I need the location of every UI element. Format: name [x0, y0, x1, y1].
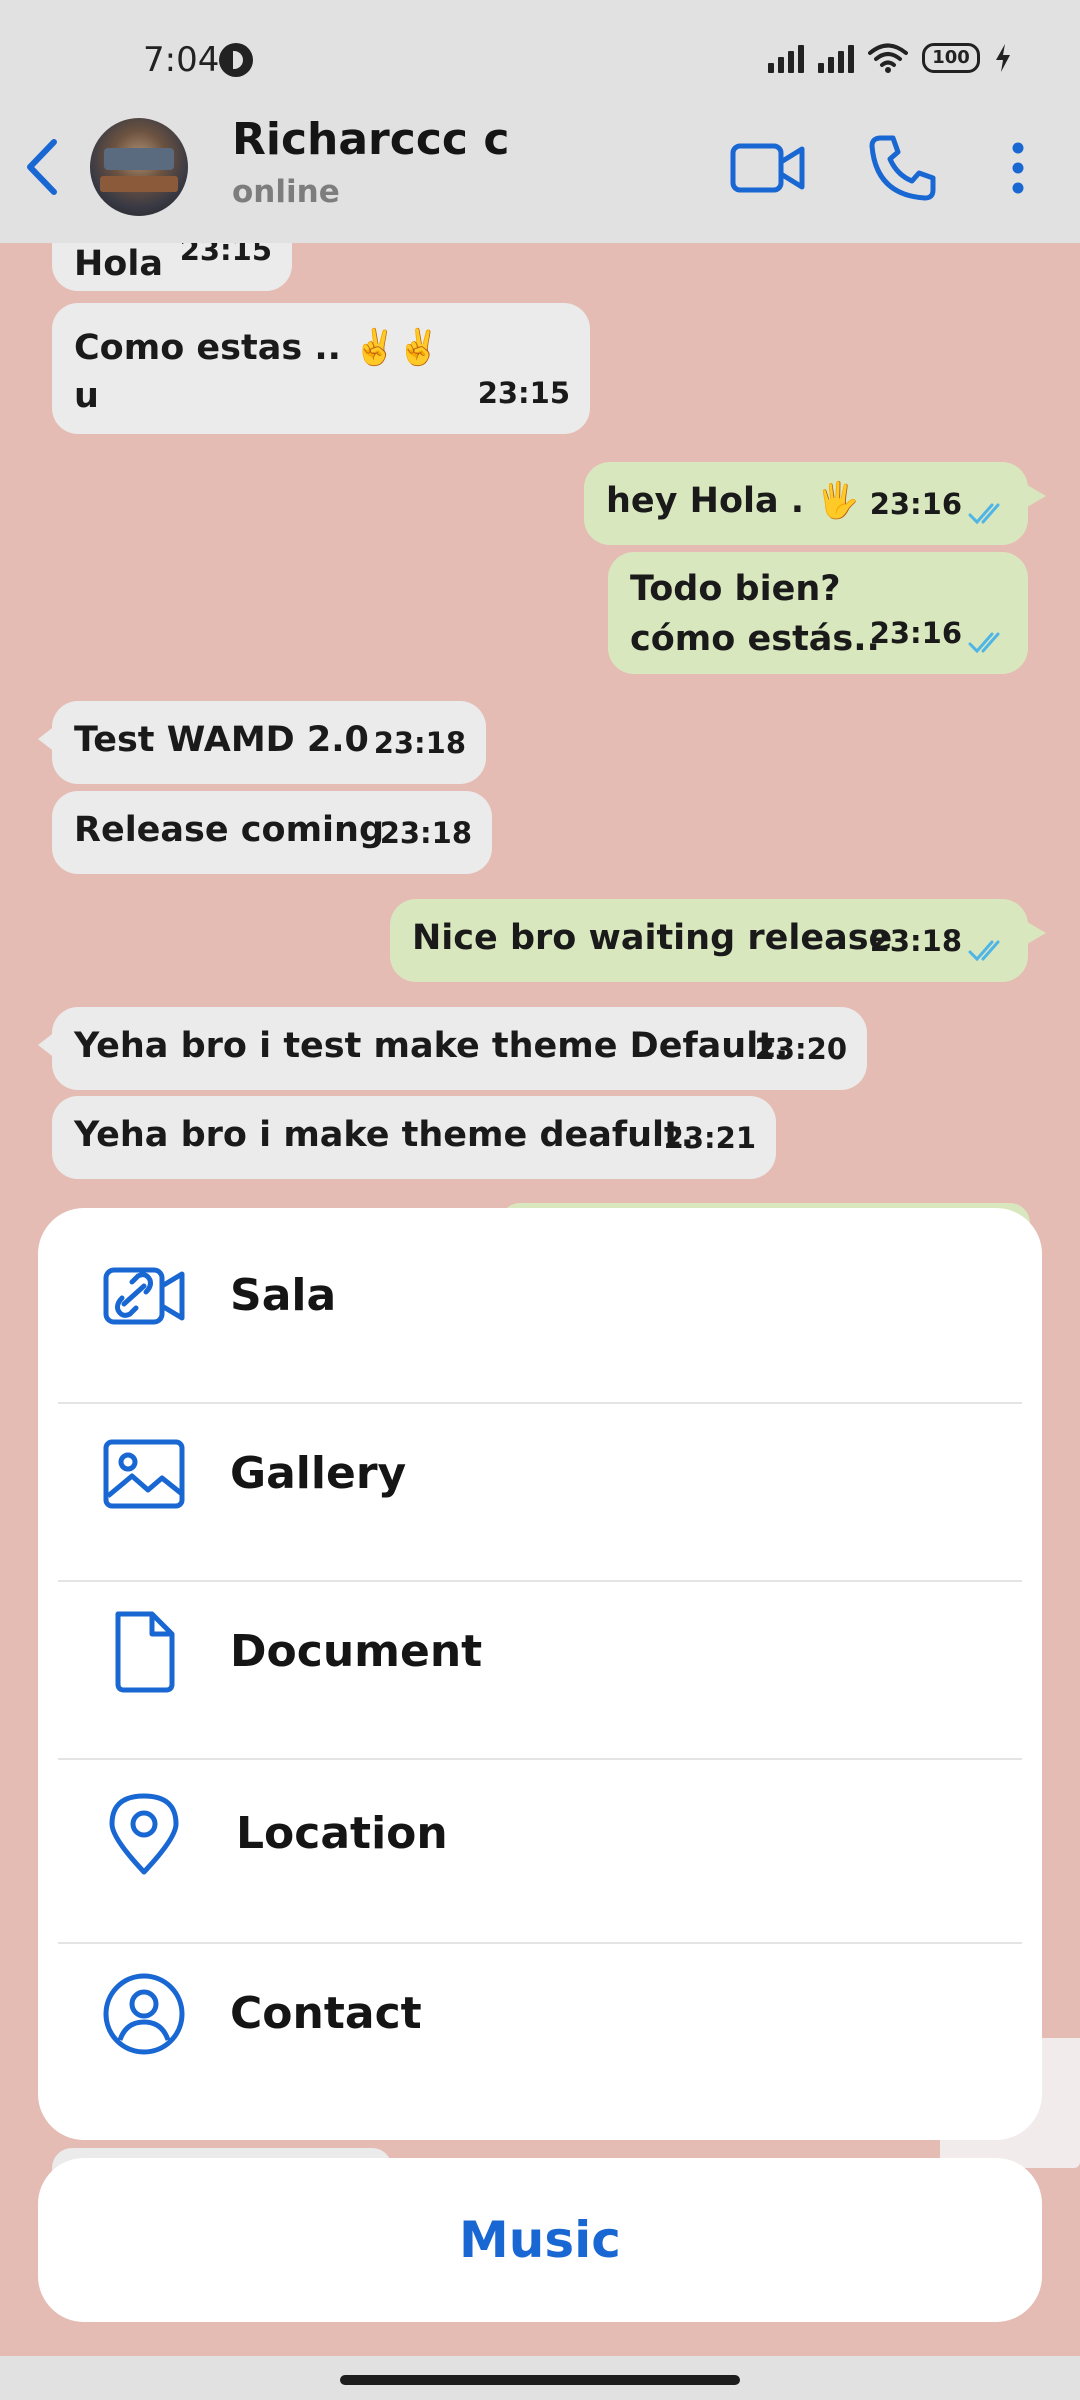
message-text: Yeha bro i test make theme Default.: [74, 1026, 789, 1066]
attach-option-label: Location: [236, 1808, 448, 1859]
contact-icon: [103, 1973, 185, 2055]
bubble-tail: [38, 1031, 56, 1059]
message-bubble-outgoing[interactable]: hey Hola . 🖐️ 23:16: [584, 462, 1046, 545]
wifi-icon: [868, 43, 908, 73]
attach-option-location[interactable]: Location: [38, 1746, 1042, 1924]
status-icons: 100: [768, 42, 1012, 74]
message-time: 23:15: [179, 243, 272, 267]
dnd-icon: [219, 43, 253, 77]
attach-option-document[interactable]: Document: [38, 1564, 1042, 1742]
read-ticks-icon: [968, 940, 1000, 962]
message-text: Yeha bro i make theme deafult.: [74, 1115, 695, 1155]
message-bubble-outgoing[interactable]: Nice bro waiting release 23:18: [390, 899, 1046, 982]
message-time: 23:20: [754, 1032, 847, 1066]
attach-option-gallery[interactable]: Gallery: [38, 1386, 1042, 1564]
attach-option-label: Document: [230, 1626, 483, 1677]
image-icon: [103, 1439, 185, 1509]
video-camera-icon: [730, 143, 805, 193]
document-icon: [115, 1611, 175, 1693]
chat-header: Richarccc c online: [0, 108, 1080, 228]
bubble-tail: [1022, 919, 1046, 947]
read-ticks-icon: [968, 503, 1000, 525]
signal-icon: [768, 43, 804, 73]
more-vertical-icon: [1012, 142, 1024, 194]
navigation-bar: [0, 2356, 1080, 2400]
message-time: 23:15: [477, 376, 570, 410]
back-arrow-icon[interactable]: [22, 136, 62, 198]
attach-option-label: Contact: [230, 1988, 422, 2039]
attach-option-contact[interactable]: Contact: [38, 1926, 1042, 2104]
read-ticks-icon: [968, 632, 1000, 654]
voice-call-button[interactable]: [862, 128, 942, 208]
contact-name[interactable]: Richarccc c: [232, 114, 509, 165]
bubble-tail: [1022, 482, 1046, 510]
phone-icon: [869, 135, 936, 201]
charging-icon: [996, 44, 1010, 72]
message-time: 23:21: [663, 1121, 756, 1155]
video-call-button[interactable]: [728, 128, 808, 208]
message-time: 23:18: [869, 924, 962, 958]
message-time: 23:16: [869, 616, 962, 650]
more-options-button[interactable]: [978, 128, 1058, 208]
top-bar: 7:04 100 Richarccc c online: [0, 0, 1080, 243]
message-bubble-incoming[interactable]: Test WAMD 2.0 23:18: [38, 701, 486, 784]
attachment-menu: Sala Gallery Document Location Contact: [38, 1208, 1042, 2140]
attach-option-sala[interactable]: Sala: [38, 1208, 1042, 1386]
message-bubble-incoming[interactable]: Hola 23:15: [52, 243, 292, 291]
message-bubble-incoming[interactable]: Yeha bro i test make theme Default. 23:2…: [38, 1007, 867, 1090]
signal-icon: [818, 43, 854, 73]
message-bubble-outgoing[interactable]: Todo bien? cómo estás.. 23:16: [608, 552, 1028, 674]
message-time: 23:18: [379, 816, 472, 850]
message-bubble-incoming[interactable]: Release coming 23:18: [52, 791, 492, 874]
video-link-icon: [103, 1267, 185, 1325]
status-time: 7:04: [143, 40, 220, 80]
battery-icon: 100: [922, 43, 980, 73]
message-bubble-incoming[interactable]: Yeha bro i make theme deafult. 23:21: [52, 1096, 776, 1179]
home-indicator[interactable]: [340, 2375, 740, 2385]
message-time: 23:16: [869, 487, 962, 521]
avatar[interactable]: [90, 118, 188, 216]
status-bar: 7:04 100: [0, 30, 1080, 90]
location-pin-icon: [109, 1793, 179, 1875]
attach-option-label: Gallery: [230, 1448, 407, 1499]
bubble-tail: [38, 725, 56, 753]
contact-status: online: [232, 174, 340, 210]
message-bubble-incoming[interactable]: Como estas .. ✌️✌️ u 23:15: [52, 303, 590, 434]
attach-option-label: Sala: [230, 1270, 337, 1321]
music-button[interactable]: Music: [38, 2158, 1042, 2322]
message-time: 23:18: [373, 726, 466, 760]
